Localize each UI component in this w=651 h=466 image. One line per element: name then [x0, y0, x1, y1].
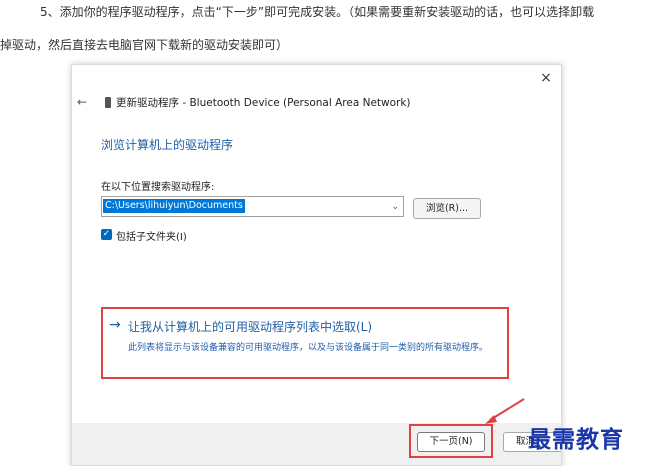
- back-arrow-icon[interactable]: ←: [77, 95, 91, 109]
- arrow-right-icon: →: [109, 317, 121, 333]
- close-icon[interactable]: ×: [537, 69, 555, 87]
- next-button[interactable]: 下一页(N): [417, 432, 485, 452]
- red-pointer-arrow-icon: [485, 398, 525, 424]
- article-text-line-2: 掉驱动，然后直接去电脑官网下载新的驱动安装即可）: [0, 38, 289, 52]
- pick-from-list-option[interactable]: → 让我从计算机上的可用驱动程序列表中选取(L) 此列表将显示与该设备兼容的可用…: [101, 307, 509, 379]
- device-icon: [105, 97, 111, 108]
- page-title: 浏览计算机上的驱动程序: [101, 138, 234, 152]
- window-title: 更新驱动程序 - Bluetooth Device (Personal Area…: [116, 97, 411, 109]
- path-label: 在以下位置搜索驱动程序:: [101, 182, 215, 193]
- dialog-header: ← 更新驱动程序 - Bluetooth Device (Personal Ar…: [72, 93, 561, 115]
- pick-from-list-description: 此列表将显示与该设备兼容的可用驱动程序，以及与该设备属于同一类别的所有驱动程序。: [128, 343, 489, 353]
- article-text-line-1: 5、添加你的程序驱动程序，点击“下一步”即可完成安装。（如果需要重新安装驱动的话…: [40, 5, 595, 19]
- pick-from-list-link[interactable]: 让我从计算机上的可用驱动程序列表中选取(L): [128, 318, 372, 335]
- browse-button[interactable]: 浏览(R)...: [413, 198, 481, 219]
- watermark-logo: 最需教育: [528, 426, 624, 453]
- include-subfolders-checkbox[interactable]: ✓: [101, 229, 112, 240]
- path-combobox[interactable]: C:\Users\lihuiyun\Documents ⌄: [101, 196, 404, 217]
- chevron-down-icon[interactable]: ⌄: [391, 200, 399, 214]
- path-input-value[interactable]: C:\Users\lihuiyun\Documents: [103, 199, 245, 213]
- include-subfolders-label[interactable]: 包括子文件夹(I): [116, 228, 187, 243]
